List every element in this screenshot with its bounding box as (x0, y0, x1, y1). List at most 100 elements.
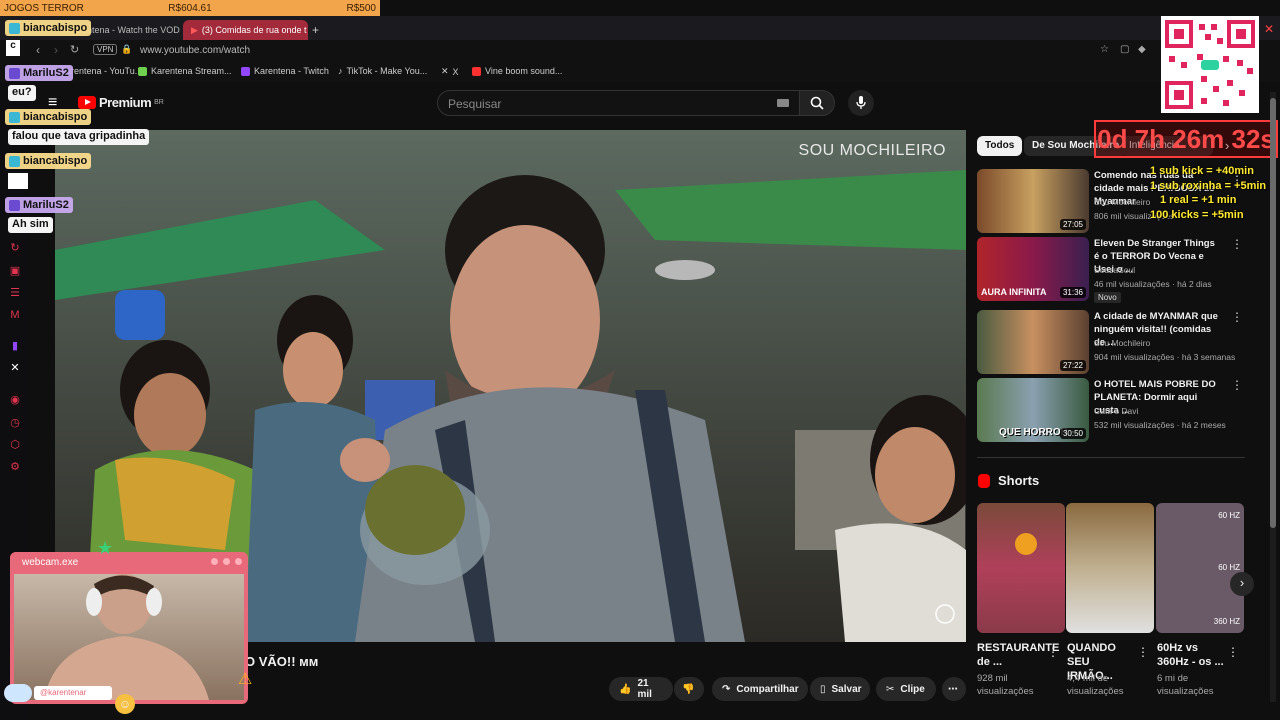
bookmark-icon: ▯ (820, 683, 826, 695)
back-icon[interactable]: ‹ (36, 43, 40, 57)
chat-message: Ah sim (8, 217, 53, 233)
twitch-icon[interactable]: ▮ (9, 340, 21, 352)
share-icon: ↷ (722, 683, 731, 695)
streamer-figure (44, 574, 209, 700)
youtube-favicon-icon: ▶ (191, 24, 198, 35)
chat-emote (8, 173, 28, 189)
short-meta: 4,4 mil de visualizações (1067, 673, 1124, 697)
webcam-window: webcam.exe @karentenar (10, 552, 248, 704)
history-icon[interactable]: ↻ (9, 242, 21, 254)
short-title[interactable]: RESTAURANTE de ... (977, 641, 1059, 669)
chip-all[interactable]: Todos (977, 136, 1023, 156)
window-dot-icon (211, 558, 218, 565)
browser-tab-strip: Karentena - Watch the VOD ▶ (3) Comidas … (0, 16, 1280, 40)
search-button[interactable] (799, 90, 835, 116)
chat-username: biancabispo (5, 20, 92, 36)
short-title[interactable]: 60Hz vs 360Hz - os ... (1157, 641, 1227, 669)
more-icon[interactable]: ⋮ (1231, 378, 1243, 392)
recommendation-item[interactable]: AURA INFINITA 31:36 Eleven De Stranger T… (977, 237, 1247, 303)
short-thumbnail[interactable] (1066, 503, 1154, 633)
user-avatar-icon (9, 155, 20, 167)
goal-current: R$604.61 (168, 2, 212, 14)
new-badge: Novo (1094, 292, 1121, 303)
more-icon[interactable]: ⋮ (1231, 237, 1243, 251)
extensions-icon[interactable]: ▢ (1120, 44, 1129, 55)
recommendation-item[interactable]: QUE HORROR 30:50 O HOTEL MAIS POBRE DO P… (977, 378, 1247, 442)
shorts-heading: Shorts (978, 473, 1039, 488)
message-icon[interactable]: ☰ (9, 287, 21, 299)
star-icon: ★ (97, 538, 114, 558)
recommendation-item[interactable]: 27:22 A cidade de MYANMAR que ninguém vi… (977, 310, 1247, 374)
egg-yolk-shape (1015, 533, 1037, 555)
more-icon[interactable]: ⋮ (1227, 645, 1239, 659)
play-icon[interactable]: ◉ (9, 394, 21, 406)
more-icon[interactable]: ⋮ (1047, 645, 1059, 659)
more-icon[interactable]: ⋮ (1231, 310, 1243, 324)
bookmark-item[interactable]: ♪ TikTok - Make You... (338, 66, 427, 76)
bookmark-item[interactable]: Karentena Stream... (138, 66, 232, 76)
like-button[interactable]: 👍 21 mil (609, 677, 673, 701)
shorts-icon (978, 473, 990, 488)
bookmark-item[interactable]: Karentena - Twitch (241, 66, 329, 76)
more-icon: ⋯ (948, 683, 958, 695)
tiktok-icon: ♪ (338, 66, 343, 76)
window-dot-icon (223, 558, 230, 565)
shorts-next-button[interactable]: › (1230, 572, 1254, 596)
dislike-button[interactable]: 👎 (674, 677, 704, 701)
user-avatar-icon (9, 111, 20, 123)
bookmarks-bar: Karentena - YouTu... Karentena Stream...… (0, 62, 1280, 82)
timer-rule: 100 kicks = +5min (1150, 209, 1244, 221)
bookmark-item[interactable]: ✕ X (441, 66, 459, 77)
divider (977, 457, 1245, 458)
more-icon[interactable]: ⋮ (1137, 645, 1149, 659)
bookmark-star-icon[interactable]: ☆ (1100, 44, 1109, 55)
user-avatar-icon (9, 67, 20, 79)
close-icon[interactable]: ✕ (1264, 22, 1274, 36)
save-button[interactable]: ▯ Salvar (810, 677, 870, 701)
thumbs-down-icon: 👎 (682, 683, 695, 695)
stream-goal-bar: JOGOS TERROR R$604.61 R$500 (0, 0, 380, 16)
keyboard-icon[interactable] (777, 99, 789, 107)
cloud-icon (4, 684, 32, 702)
search-input[interactable]: Pesquisar (437, 90, 800, 116)
short-meta: 928 mil visualizações (977, 673, 1034, 697)
video-thumbnail: AURA INFINITA 31:36 (977, 237, 1089, 301)
bag-icon[interactable]: ▣ (9, 265, 21, 277)
short-thumbnail[interactable]: 60 HZ 60 HZ 360 HZ (1156, 503, 1244, 633)
thumbs-up-icon: 👍 (619, 683, 632, 695)
reload-icon[interactable]: ↻ (70, 43, 79, 56)
chevron-right-icon: › (1239, 575, 1245, 590)
user-avatar-icon (9, 199, 20, 211)
user-avatar-icon (9, 22, 20, 34)
chat-username: MariluS2 (5, 197, 73, 213)
youtube-play-icon (78, 96, 96, 109)
x-icon[interactable]: ✕ (9, 362, 21, 374)
webcam-handle: @karentenar (34, 686, 112, 700)
share-button[interactable]: ↷ Compartilhar (712, 677, 808, 701)
voice-search-button[interactable] (848, 90, 874, 116)
forward-icon[interactable]: › (54, 43, 58, 57)
video-title: O VÃO!! мм (245, 654, 319, 669)
clip-button[interactable]: ✂ Clipe (876, 677, 936, 701)
mail-icon[interactable]: M (9, 309, 21, 321)
page-scrollbar[interactable] (1270, 92, 1276, 702)
youtube-logo[interactable]: Premium BR (78, 95, 164, 110)
chat-message-fragment: c (6, 40, 20, 56)
shield-icon[interactable]: ◆ (1138, 44, 1146, 55)
cube-icon[interactable]: ⬡ (9, 439, 21, 451)
clock-icon[interactable]: ◷ (9, 417, 21, 429)
tab-youtube-active[interactable]: ▶ (3) Comidas de rua onde t (183, 20, 308, 40)
youtube-icon (472, 66, 481, 76)
chat-message: eu? (8, 85, 36, 101)
vpn-badge[interactable]: VPN (93, 44, 118, 55)
smiley-icon: ☺ (115, 694, 135, 714)
url-text[interactable]: www.youtube.com/watch (140, 45, 250, 56)
short-thumbnail[interactable] (977, 503, 1065, 633)
chat-message: falou que tava gripadinha (8, 129, 150, 145)
settings-icon[interactable]: ⚙ (9, 461, 21, 473)
timer-rule: 1 sub kick = +40min (1150, 165, 1254, 177)
bookmark-item[interactable]: Vine boom sound... (472, 66, 562, 76)
scrollbar-thumb[interactable] (1270, 98, 1276, 528)
new-tab-button[interactable]: + (310, 20, 326, 40)
more-actions-button[interactable]: ⋯ (942, 677, 966, 701)
